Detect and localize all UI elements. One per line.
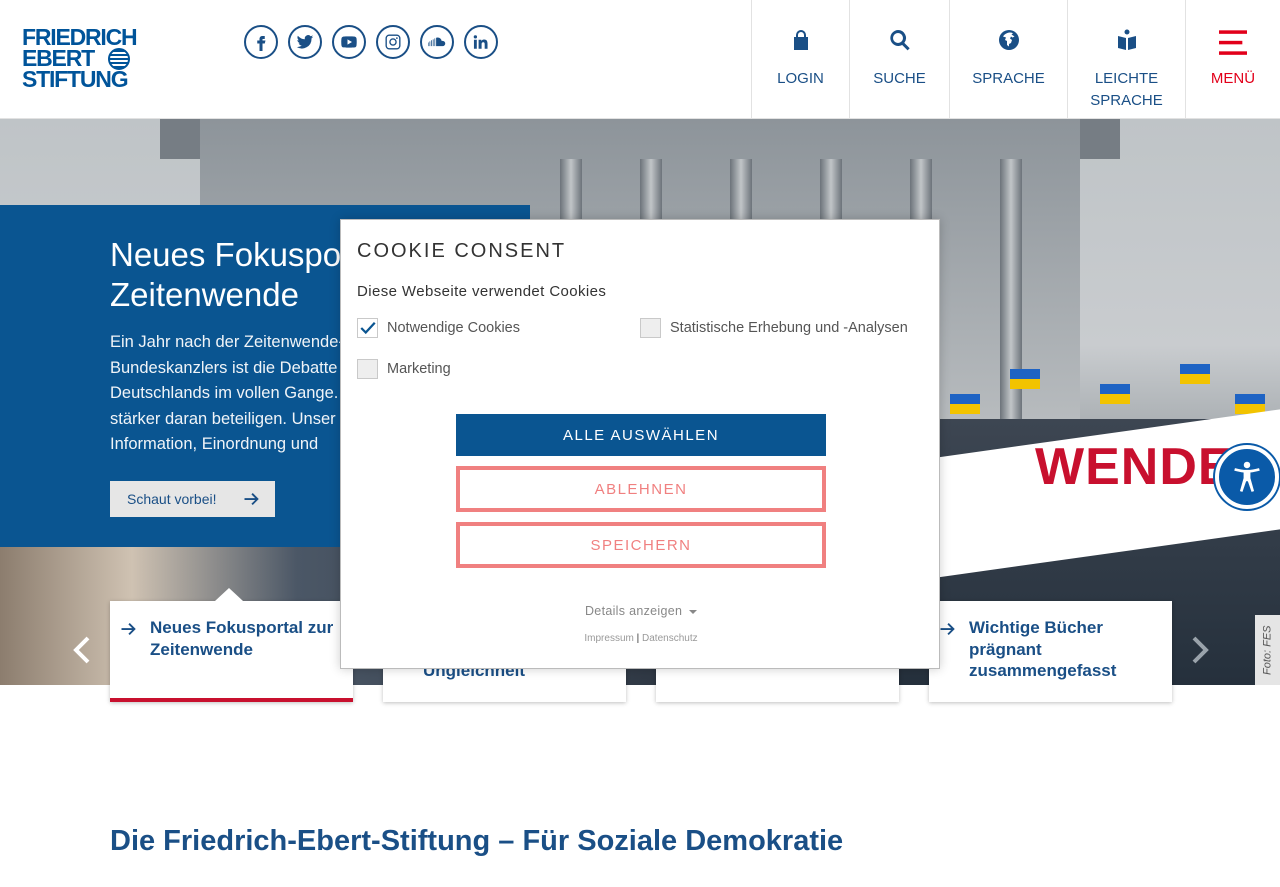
hero-cta-label: Schaut vorbei! (127, 491, 217, 507)
ukraine-flag (1010, 369, 1040, 389)
easy-language-label-1: LEICHTE (1094, 70, 1159, 87)
card-title: Wichtige Bücher prägnant zusammengefasst (969, 618, 1117, 680)
privacy-link[interactable]: Datenschutz (642, 633, 698, 644)
hamburger-icon (1186, 28, 1280, 55)
facebook-icon[interactable] (244, 25, 278, 59)
menu-button[interactable]: MENÜ (1185, 0, 1280, 119)
arrow-right-icon (940, 623, 955, 635)
arrow-right-icon (121, 623, 136, 635)
ukraine-flag (950, 394, 980, 414)
instagram-icon[interactable] (376, 25, 410, 59)
menu-label: MENÜ (1210, 70, 1256, 87)
section-title: Die Friedrich-Ebert-Stiftung – Für Sozia… (110, 825, 844, 857)
accessibility-button[interactable] (1215, 445, 1279, 509)
save-button[interactable]: SPEICHERN (456, 522, 826, 568)
necessary-cookies-checkbox[interactable]: Notwendige Cookies (357, 318, 520, 338)
select-all-button[interactable]: ALLE AUSWÄHLEN (456, 414, 826, 456)
search-label: SUCHE (873, 70, 926, 87)
linkedin-icon[interactable] (464, 25, 498, 59)
arrow-right-icon (244, 493, 259, 505)
marketing-cookies-label: Marketing (387, 361, 451, 377)
marketing-cookies-checkbox[interactable]: Marketing (357, 359, 451, 379)
carousel-next-icon[interactable] (1188, 635, 1212, 665)
easy-language-icon (1068, 28, 1185, 54)
ukraine-flag (1180, 364, 1210, 384)
globe-icon (108, 48, 130, 70)
search-button[interactable]: SUCHE (849, 0, 949, 119)
necessary-cookies-label: Notwendige Cookies (387, 320, 520, 336)
site-header: FRIEDRICH EBERT STIFTUNG LOGIN SUCHE SPR… (0, 0, 1280, 119)
hero-cta-button[interactable]: Schaut vorbei! (110, 481, 275, 517)
accessibility-icon (1234, 461, 1260, 492)
ukraine-flag (1100, 384, 1130, 404)
search-icon (850, 28, 949, 54)
checkbox-box[interactable] (357, 318, 378, 338)
impressum-link[interactable]: Impressum (584, 633, 633, 644)
youtube-icon[interactable] (332, 25, 366, 59)
details-label: Details anzeigen (584, 604, 683, 618)
checkmark-icon (360, 321, 376, 335)
carousel-prev-icon[interactable] (70, 635, 94, 665)
reject-button[interactable]: ABLEHNEN (456, 466, 826, 512)
caret-down-icon (689, 609, 697, 614)
login-label: LOGIN (777, 70, 824, 87)
language-label: SPRACHE (972, 70, 1045, 87)
link-separator: | (636, 633, 640, 644)
details-toggle[interactable]: Details anzeigen (341, 604, 941, 618)
soundcloud-icon[interactable] (420, 25, 454, 59)
checkbox-box[interactable] (640, 318, 661, 338)
login-button[interactable]: LOGIN (751, 0, 849, 119)
easy-language-label-2: SPRACHE (1090, 92, 1163, 109)
language-button[interactable]: SPRACHE (949, 0, 1067, 119)
gate-column (1000, 159, 1022, 459)
fes-logo[interactable]: FRIEDRICH EBERT STIFTUNG (22, 26, 138, 93)
cookie-footer-links: Impressum | Datenschutz (341, 633, 941, 644)
photo-credit: Foto: FES (1255, 615, 1280, 685)
card-title: Neues Fokusportal zur Zeitenwende (150, 618, 334, 659)
cookie-subtitle: Diese Webseite verwendet Cookies (357, 283, 607, 300)
carousel-card[interactable]: Neues Fokusportal zur Zeitenwende (110, 588, 353, 702)
globe-icon (950, 28, 1067, 54)
logo-line-3: STIFTUNG (22, 66, 129, 92)
carousel-card[interactable]: Wichtige Bücher prägnant zusammengefasst (929, 601, 1172, 702)
cookie-consent-dialog: COOKIE CONSENT Diese Webseite verwendet … (340, 219, 940, 669)
statistics-cookies-label: Statistische Erhebung und -Analysen (670, 320, 908, 336)
twitter-icon[interactable] (288, 25, 322, 59)
banner-text: WENDE (1035, 438, 1234, 496)
checkbox-box[interactable] (357, 359, 378, 379)
social-links (244, 25, 498, 59)
statistics-cookies-checkbox[interactable]: Statistische Erhebung und -Analysen (640, 318, 908, 338)
cookie-title: COOKIE CONSENT (357, 240, 567, 262)
easy-language-button[interactable]: LEICHTE SPRACHE (1067, 0, 1185, 119)
lock-icon (752, 28, 849, 54)
